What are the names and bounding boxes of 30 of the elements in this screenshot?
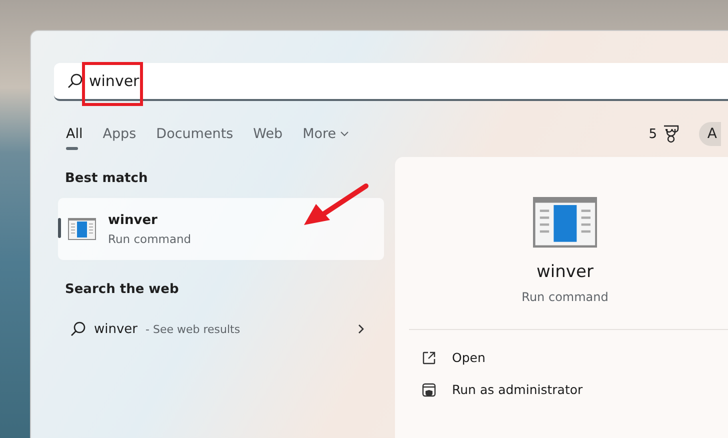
- search-icon: [70, 321, 86, 337]
- trophy-icon[interactable]: [663, 125, 679, 143]
- filter-tab[interactable]: More: [302, 126, 350, 150]
- search-icon: [67, 73, 83, 89]
- app-subtitle: Run command: [522, 290, 608, 304]
- rewards-points: 5: [648, 126, 657, 142]
- filter-tab[interactable]: All: [66, 126, 83, 150]
- filter-tab[interactable]: Documents: [156, 126, 234, 150]
- app-window-icon: [68, 218, 96, 240]
- app-window-icon: [532, 197, 598, 248]
- chevron-right-icon: [358, 324, 364, 334]
- action-item[interactable]: Open: [395, 342, 728, 374]
- filter-tab[interactable]: Apps: [102, 126, 136, 150]
- action-item[interactable]: Run as administrator: [395, 374, 728, 406]
- section-heading: Search the web: [65, 282, 180, 297]
- shield-window-icon: [422, 382, 436, 397]
- best-match-result[interactable]: winver Run command: [58, 198, 384, 260]
- result-subtitle: Run command: [108, 232, 192, 246]
- annotation-box: [82, 62, 143, 106]
- search-value: winver: [89, 72, 140, 90]
- search-field[interactable]: winver: [54, 63, 728, 101]
- app-title: winver: [536, 262, 594, 282]
- filter-tab[interactable]: Web: [253, 126, 283, 150]
- result-title: winver: [108, 212, 158, 228]
- annotation-arrow: [302, 182, 370, 227]
- account-avatar[interactable]: A: [699, 122, 721, 146]
- section-heading: Best match: [65, 171, 149, 186]
- chevron-down-icon: [340, 131, 350, 137]
- web-result[interactable]: winver - See web results: [58, 309, 384, 349]
- external-link-icon: [422, 350, 436, 365]
